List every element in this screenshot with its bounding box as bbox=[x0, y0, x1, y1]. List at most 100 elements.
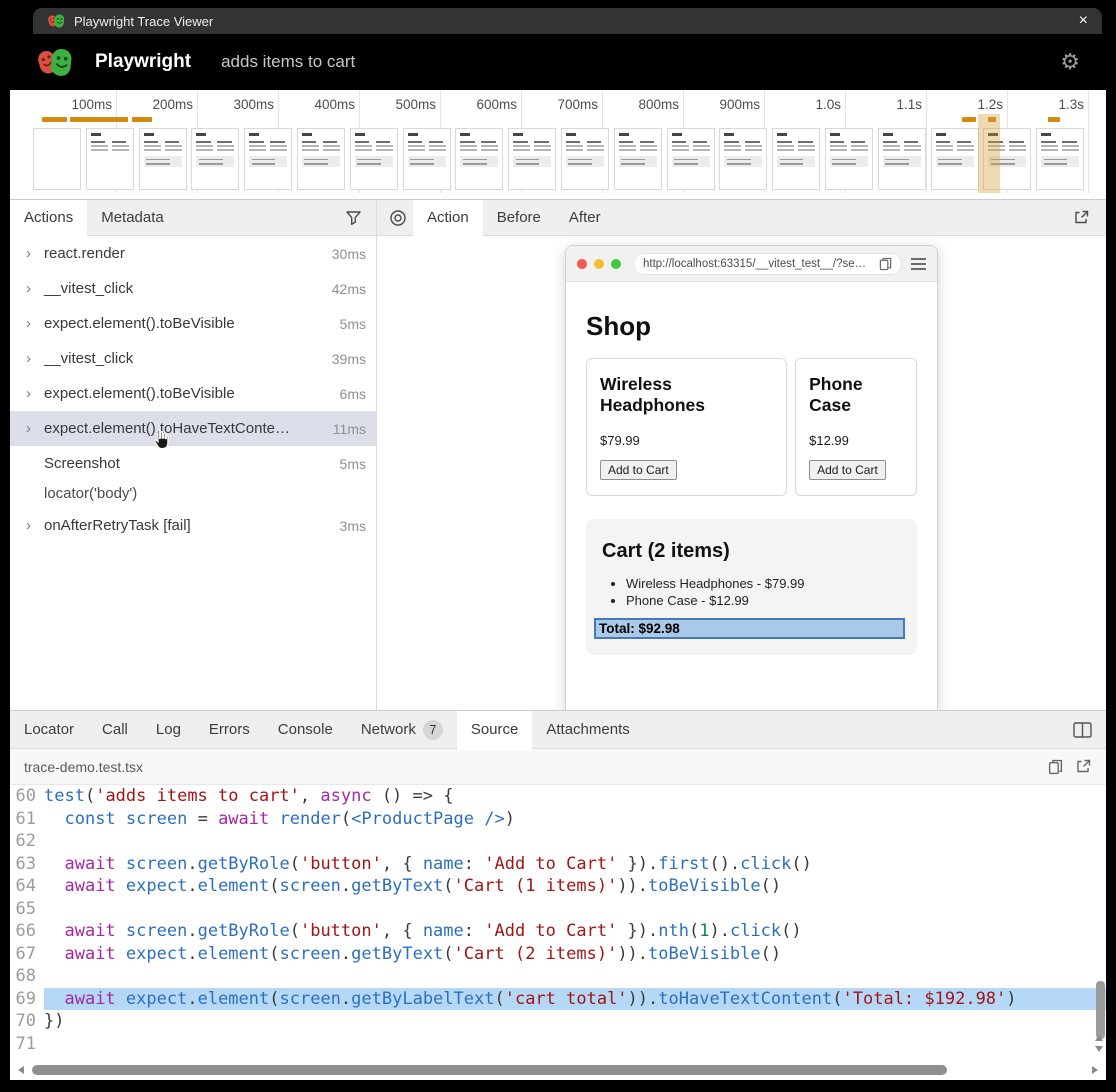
thumbnail-content bbox=[566, 133, 604, 185]
timeline-thumbnail[interactable] bbox=[297, 128, 345, 190]
tab[interactable]: Actions bbox=[10, 200, 87, 235]
mouse-cursor bbox=[150, 428, 172, 452]
tab[interactable]: After bbox=[555, 200, 615, 235]
tab[interactable]: Attachments bbox=[532, 711, 643, 748]
source-filename: trace-demo.test.tsx bbox=[24, 759, 143, 775]
horizontal-scrollbar-thumb[interactable] bbox=[32, 1065, 947, 1075]
chevron-right-icon: › bbox=[26, 315, 41, 332]
settings-gear-icon[interactable]: ⚙ bbox=[1060, 51, 1080, 73]
timeline-thumbnail[interactable] bbox=[403, 128, 451, 190]
code-line[interactable]: 62 bbox=[10, 830, 1106, 853]
product-card: Wireless Headphones $79.99 Add to Cart bbox=[586, 358, 787, 496]
tick-text: 300ms bbox=[233, 97, 274, 112]
vertical-scrollbar-thumb[interactable] bbox=[1096, 981, 1105, 1039]
tab[interactable]: Locator bbox=[10, 711, 88, 748]
add-to-cart-button[interactable]: Add to Cart bbox=[600, 460, 677, 480]
line-number: 69 bbox=[10, 988, 44, 1011]
tab-label: Locator bbox=[24, 721, 74, 738]
tab[interactable]: Console bbox=[264, 711, 347, 748]
thumbnail-content bbox=[777, 133, 815, 185]
tab[interactable]: Errors bbox=[195, 711, 264, 748]
tick-text: 600ms bbox=[476, 97, 517, 112]
horizontal-scrollbar[interactable] bbox=[10, 1062, 1106, 1078]
timeline-thumbnail[interactable] bbox=[719, 128, 767, 190]
action-duration: 6ms bbox=[340, 386, 366, 402]
window-titlebar[interactable]: Playwright Trace Viewer × bbox=[33, 8, 1102, 34]
tab[interactable]: Action bbox=[413, 200, 483, 235]
timeline[interactable]: 100ms200ms300ms400ms500ms600ms700ms800ms… bbox=[10, 90, 1106, 200]
action-row[interactable]: ›react.render30ms bbox=[10, 236, 376, 271]
timeline-thumbnail[interactable] bbox=[139, 128, 187, 190]
cart-total-highlighted: Total: $92.98 bbox=[594, 618, 905, 639]
timeline-thumbnail[interactable] bbox=[561, 128, 609, 190]
code-line[interactable]: 60test('adds items to cart', async () =>… bbox=[10, 785, 1106, 808]
shop-page: Shop Wireless Headphones $79.99 Add to C… bbox=[566, 311, 937, 655]
action-row[interactable]: ›__vitest_click42ms bbox=[10, 271, 376, 306]
thumbnail-content bbox=[830, 133, 868, 185]
timeline-thumbnail[interactable] bbox=[86, 128, 134, 190]
scroll-left-arrow-icon[interactable] bbox=[18, 1066, 24, 1074]
tab[interactable]: Source bbox=[457, 711, 533, 748]
timeline-thumbnail[interactable] bbox=[33, 128, 81, 190]
timeline-thumbnail[interactable] bbox=[191, 128, 239, 190]
action-row[interactable]: ›__vitest_click39ms bbox=[10, 341, 376, 376]
timeline-thumbnail[interactable] bbox=[455, 128, 503, 190]
action-duration: 11ms bbox=[333, 421, 366, 437]
copy-icon[interactable] bbox=[879, 257, 892, 271]
timeline-thumbnail[interactable] bbox=[931, 128, 979, 190]
action-row[interactable]: ›onAfterRetryTask [fail]3ms bbox=[10, 508, 376, 543]
code-line[interactable]: 70}) bbox=[10, 1010, 1106, 1033]
add-to-cart-button[interactable]: Add to Cart bbox=[809, 460, 886, 480]
window-title: Playwright Trace Viewer bbox=[74, 14, 213, 29]
menu-icon[interactable] bbox=[911, 258, 926, 270]
code-line[interactable]: 66 await screen.getByRole('button', { na… bbox=[10, 920, 1106, 943]
action-row[interactable]: ›expect.element().toBeVisible5ms bbox=[10, 306, 376, 341]
code-line[interactable]: 67 await expect.element(screen.getByText… bbox=[10, 943, 1106, 966]
open-external-icon[interactable] bbox=[1073, 209, 1090, 226]
scroll-up-arrow-icon[interactable] bbox=[1095, 1035, 1103, 1041]
filter-icon[interactable] bbox=[345, 209, 362, 226]
timeline-thumbnail[interactable] bbox=[350, 128, 398, 190]
action-duration: 3ms bbox=[340, 518, 366, 534]
code-line[interactable]: 64 await expect.element(screen.getByText… bbox=[10, 875, 1106, 898]
code-line[interactable]: 63 await screen.getByRole('button', { na… bbox=[10, 853, 1106, 876]
timeline-thumbnail[interactable] bbox=[825, 128, 873, 190]
line-number: 68 bbox=[10, 965, 44, 988]
tab[interactable]: Metadata bbox=[87, 200, 178, 235]
tab[interactable]: Before bbox=[483, 200, 555, 235]
code-line[interactable]: 61 const screen = await render(<ProductP… bbox=[10, 808, 1106, 831]
action-subtitle-row[interactable]: locator('body') bbox=[10, 478, 376, 508]
close-icon[interactable]: × bbox=[1079, 13, 1088, 29]
traffic-light-green-icon bbox=[611, 259, 621, 269]
actions-tabs: ActionsMetadata bbox=[10, 200, 178, 235]
pick-locator-target-icon[interactable] bbox=[389, 209, 407, 227]
action-row[interactable]: ›expect.element().toHaveTextConte…11ms bbox=[10, 411, 376, 446]
tab[interactable]: Network 7 bbox=[347, 711, 457, 748]
code-line[interactable]: 68 bbox=[10, 965, 1106, 988]
copy-icon[interactable] bbox=[1048, 759, 1063, 775]
tab[interactable]: Log bbox=[142, 711, 195, 748]
code-line[interactable]: 65 bbox=[10, 898, 1106, 921]
timeline-thumbnail[interactable] bbox=[1036, 128, 1084, 190]
cart-items: Wireless Headphones - $79.99Phone Case -… bbox=[626, 576, 901, 608]
timeline-thumbnail[interactable] bbox=[244, 128, 292, 190]
timeline-thumbnail[interactable] bbox=[614, 128, 662, 190]
timeline-thumbnail[interactable] bbox=[667, 128, 715, 190]
open-external-icon[interactable] bbox=[1075, 758, 1092, 775]
code-line[interactable]: 69 await expect.element(screen.getByLabe… bbox=[10, 988, 1106, 1011]
address-bar[interactable]: http://localhost:63315/__vitest_test__/?… bbox=[633, 253, 902, 275]
timeline-action-bar bbox=[962, 117, 976, 122]
tab[interactable]: Call bbox=[88, 711, 142, 748]
action-row[interactable]: ›expect.element().toBeVisible6ms bbox=[10, 376, 376, 411]
timeline-thumbnail[interactable] bbox=[772, 128, 820, 190]
scroll-down-arrow-icon[interactable] bbox=[1095, 1046, 1103, 1052]
action-row[interactable]: Screenshot5ms bbox=[10, 446, 376, 481]
timeline-thumbnail[interactable] bbox=[508, 128, 556, 190]
line-number: 65 bbox=[10, 898, 44, 921]
timeline-thumbnail[interactable] bbox=[878, 128, 926, 190]
scroll-right-arrow-icon[interactable] bbox=[1092, 1066, 1098, 1074]
code-line[interactable]: 71 bbox=[10, 1033, 1106, 1056]
layout-columns-icon[interactable] bbox=[1073, 722, 1092, 738]
scrollbar-track[interactable] bbox=[32, 1065, 1084, 1075]
actions-tabbar: ActionsMetadata bbox=[10, 200, 376, 236]
